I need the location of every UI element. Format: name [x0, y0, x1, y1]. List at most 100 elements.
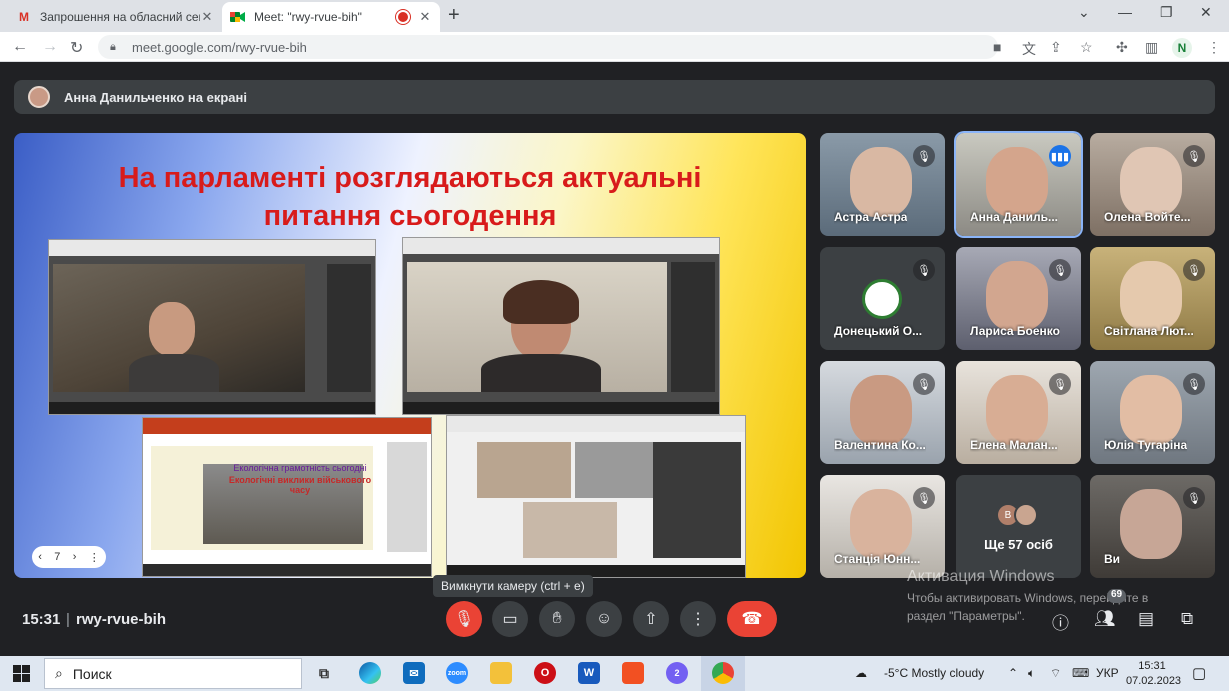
network-icon[interactable]: ⌔ — [1050, 666, 1061, 681]
clock-time: 15:31 — [1138, 660, 1166, 672]
leave-call-button[interactable]: ☎ — [727, 601, 777, 637]
meeting-code: rwy-rvue-bih — [76, 611, 167, 628]
more-participants-tile[interactable]: В Ще 57 осіб — [956, 475, 1081, 578]
participant-tile[interactable]: 🎙︎ Валентина Ко... — [820, 361, 945, 464]
windows-start-icon[interactable] — [13, 665, 30, 682]
self-view-tile[interactable]: 🎙︎ Ви — [1090, 475, 1215, 578]
new-tab-button[interactable]: + — [448, 4, 460, 27]
back-icon[interactable]: ← — [12, 38, 28, 56]
embedded-screenshot — [142, 417, 432, 577]
restore-icon[interactable]: ❐ — [1160, 4, 1173, 21]
gmail-icon: M — [19, 10, 29, 24]
opera-icon[interactable]: O — [534, 662, 556, 684]
slide-title-line1: На парламенті розглядаються актуальні — [118, 162, 702, 194]
mic-off-icon: 🎙︎ — [1183, 145, 1205, 167]
participant-name: Лариса Боенко — [970, 324, 1060, 338]
participant-video — [986, 261, 1048, 331]
taskbar-search[interactable]: ⌕ Поиск — [44, 658, 302, 689]
activities-icon[interactable]: ⧉ — [1181, 609, 1193, 629]
language-indicator[interactable]: УКР — [1096, 666, 1119, 680]
lock-icon[interactable]: 🔒︎ — [110, 41, 124, 54]
camera-toggle-button[interactable]: ▭ — [492, 601, 528, 637]
system-clock[interactable]: 15:31 07.02.2023 — [1126, 659, 1181, 689]
edge-icon[interactable] — [359, 662, 381, 684]
weather-icon[interactable]: ☁ — [855, 666, 867, 680]
meeting-details-icon[interactable]: ⓘ — [1052, 609, 1069, 634]
chat-icon[interactable]: ▤ — [1138, 609, 1154, 629]
raise-hand-button[interactable]: ✋︎ — [539, 601, 575, 637]
tab-search-icon[interactable]: ⌄ — [1078, 4, 1090, 21]
bookmark-star-icon[interactable]: ☆ — [1080, 39, 1093, 56]
translate-icon[interactable]: 文 — [1022, 39, 1036, 59]
word-icon[interactable]: W — [578, 662, 600, 684]
forward-icon[interactable]: → — [42, 38, 58, 56]
reload-icon[interactable]: ↻ — [70, 38, 83, 58]
viber-icon[interactable]: 2 — [666, 662, 688, 684]
shared-screen[interactable]: На парламенті розглядаються актуальні пи… — [14, 133, 806, 578]
participant-video — [1120, 375, 1182, 445]
weather-text[interactable]: -5°C Mostly cloudy — [884, 666, 984, 680]
participant-tile[interactable]: 🎙︎ Астра Астра — [820, 133, 945, 236]
present-button[interactable]: ⇧ — [633, 601, 669, 637]
browser-tab-bar: M Запрошення на обласний семін ✕ Meet: "… — [0, 0, 1229, 32]
tab-meet[interactable]: Meet: "rwy-rvue-bih" ✕ — [222, 2, 440, 32]
participant-tile[interactable]: 🎙︎ Світлана Лют... — [1090, 247, 1215, 350]
next-slide-icon[interactable]: › — [73, 551, 77, 563]
embedded-controls — [49, 402, 375, 414]
minimize-icon[interactable]: — — [1118, 4, 1132, 20]
notifications-icon[interactable]: ▢ — [1192, 664, 1206, 682]
reactions-button[interactable]: ☺ — [586, 601, 622, 637]
keyboard-icon[interactable]: ⌨ — [1072, 666, 1089, 680]
task-view-icon[interactable]: ⧉ — [313, 662, 335, 684]
people-icon[interactable]: 👥︎ — [1094, 609, 1116, 629]
mic-toggle-button[interactable]: 🎙︎ — [446, 601, 482, 637]
embedded-video — [477, 442, 571, 498]
mic-off-icon: 🎙︎ — [1183, 373, 1205, 395]
participant-tile[interactable]: 🎙︎ Лариса Боенко — [956, 247, 1081, 350]
meet-control-bar: 15:31 | rwy-rvue-bih 🎙︎ ▭ ✋︎ ☺ ⇧ ⋮ ☎ ⓘ 👥… — [0, 589, 1229, 645]
organization-logo — [862, 279, 902, 319]
participant-name: Анна Даниль... — [970, 210, 1059, 224]
profile-avatar[interactable]: N — [1172, 38, 1192, 58]
zoom-icon[interactable]: zoom — [446, 662, 468, 684]
embedded-sidebar — [387, 442, 427, 552]
embedded-controls — [143, 564, 431, 576]
participant-tile[interactable]: 🎙︎ Олена Войте... — [1090, 133, 1215, 236]
mail-icon[interactable]: ✉ — [403, 662, 425, 684]
close-tab-icon[interactable]: ✕ — [418, 9, 432, 25]
more-icon[interactable]: ⋮ — [89, 551, 100, 564]
participant-name: Валентина Ко... — [834, 438, 926, 452]
close-window-icon[interactable]: ✕ — [1200, 4, 1212, 21]
participant-tile[interactable]: 🎙︎ Донецький О... — [820, 247, 945, 350]
participant-tile[interactable]: 🎙︎ Юлія Тугаріна — [1090, 361, 1215, 464]
chrome-icon[interactable] — [712, 662, 734, 684]
meet-window: Анна Данильченко на екрані На парламенті… — [0, 63, 1229, 656]
slide-title-line2: питання сьогодення — [263, 200, 557, 232]
embedded-screenshot — [48, 239, 376, 415]
viber-badge: 2 — [674, 668, 680, 678]
side-panel-icon[interactable]: ▥ — [1145, 39, 1158, 56]
prev-slide-icon[interactable]: ‹ — [38, 551, 42, 563]
volume-icon[interactable]: 🔈︎ — [1028, 666, 1035, 681]
share-icon[interactable]: ⇪ — [1050, 39, 1062, 56]
embedded-video — [53, 264, 305, 392]
participant-tile[interactable]: 🎙︎ Елена Малан... — [956, 361, 1081, 464]
mic-off-icon: 🎙︎ — [1049, 373, 1071, 395]
embedded-screenshot — [402, 237, 720, 415]
menu-dots-icon[interactable]: ⋮ — [1207, 39, 1221, 56]
close-tab-icon[interactable]: ✕ — [200, 9, 214, 25]
url-bar[interactable]: 🔒︎ meet.google.com/rwy-rvue-bih — [98, 35, 998, 59]
participant-tile[interactable]: 🎙︎ Станція Юнн... — [820, 475, 945, 578]
windows-taskbar: ⌕ Поиск ⧉ ✉ zoom O W 2 ☁ -5°C Mostly clo… — [0, 656, 1229, 691]
camera-indicator-icon[interactable]: ■ — [993, 39, 1001, 55]
store-icon[interactable] — [622, 662, 644, 684]
speaking-icon: ▮▮▮ — [1049, 145, 1071, 167]
tab-gmail[interactable]: M Запрошення на обласний семін ✕ — [8, 2, 222, 32]
show-hidden-icons[interactable]: ⌃ — [1008, 666, 1018, 680]
participant-video — [986, 375, 1048, 445]
slide-pager[interactable]: ‹ 7 › ⋮ — [32, 546, 106, 568]
file-explorer-icon[interactable] — [490, 662, 512, 684]
participant-tile[interactable]: ▮▮▮ Анна Даниль... — [956, 133, 1081, 236]
extensions-icon[interactable]: ✣ — [1116, 39, 1128, 56]
more-options-button[interactable]: ⋮ — [680, 601, 716, 637]
